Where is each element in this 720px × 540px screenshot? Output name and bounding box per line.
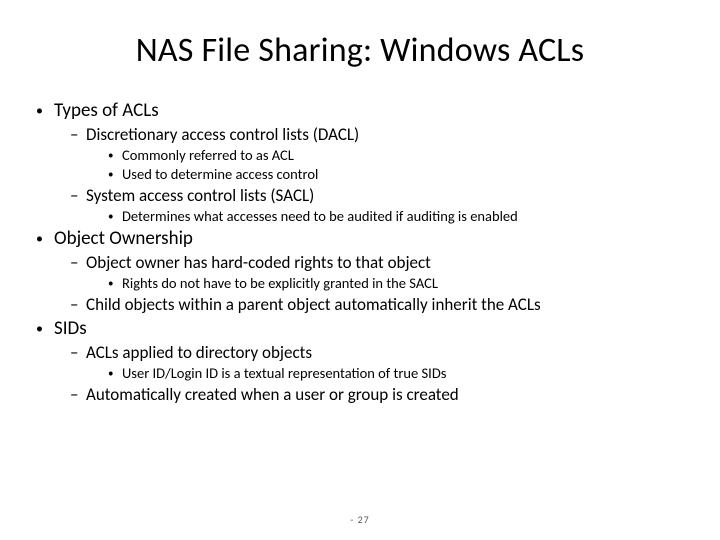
bullet-icon: •: [108, 149, 122, 162]
dash-icon: –: [70, 294, 86, 315]
item-label: Types of ACLs: [54, 99, 159, 122]
list-item: • Used to determine access control: [108, 165, 684, 183]
dash-icon: –: [70, 252, 86, 273]
item-label: Used to determine access control: [122, 165, 318, 183]
bullet-icon: •: [108, 277, 122, 290]
list-item: – Object owner has hard-coded rights to …: [70, 252, 684, 292]
bullet-icon: •: [36, 232, 54, 246]
slide: NAS File Sharing: Windows ACLs • Types o…: [0, 0, 720, 540]
item-label: Commonly referred to as ACL: [122, 146, 294, 164]
list-item: • Determines what accesses need to be au…: [108, 207, 684, 225]
outline-root: • Types of ACLs – Discretionary access c…: [36, 99, 684, 405]
item-label: Automatically created when a user or gro…: [86, 384, 459, 405]
list-item: • Object Ownership – Object owner has ha…: [36, 227, 684, 315]
list-item: • Types of ACLs – Discretionary access c…: [36, 99, 684, 225]
item-label: Discretionary access control lists (DACL…: [86, 124, 359, 145]
dash-icon: –: [70, 185, 86, 206]
dash-icon: –: [70, 124, 86, 145]
item-label: Child objects within a parent object aut…: [86, 294, 541, 315]
item-label: ACLs applied to directory objects: [86, 342, 312, 363]
list-item: – Child objects within a parent object a…: [70, 294, 684, 315]
list-item: • SIDs – ACLs applied to directory objec…: [36, 317, 684, 405]
bullet-icon: •: [108, 168, 122, 181]
bullet-icon: •: [36, 322, 54, 336]
list-item: – Automatically created when a user or g…: [70, 384, 684, 405]
dash-icon: –: [70, 384, 86, 405]
list-item: • Commonly referred to as ACL: [108, 146, 684, 164]
item-label: User ID/Login ID is a textual representa…: [122, 364, 446, 382]
item-label: Determines what accesses need to be audi…: [122, 207, 518, 225]
item-label: Object Ownership: [54, 227, 193, 250]
item-label: System access control lists (SACL): [86, 185, 314, 206]
page-number: - 27: [0, 513, 720, 526]
bullet-icon: •: [108, 210, 122, 223]
dash-icon: –: [70, 342, 86, 363]
list-item: • User ID/Login ID is a textual represen…: [108, 364, 684, 382]
bullet-icon: •: [108, 367, 122, 380]
item-label: Rights do not have to be explicitly gran…: [122, 274, 438, 292]
bullet-icon: •: [36, 104, 54, 118]
list-item: – System access control lists (SACL) • D…: [70, 185, 684, 225]
slide-title: NAS File Sharing: Windows ACLs: [36, 30, 684, 71]
list-item: – ACLs applied to directory objects • Us…: [70, 342, 684, 382]
item-label: SIDs: [54, 317, 87, 340]
list-item: • Rights do not have to be explicitly gr…: [108, 274, 684, 292]
list-item: – Discretionary access control lists (DA…: [70, 124, 684, 183]
item-label: Object owner has hard-coded rights to th…: [86, 252, 431, 273]
